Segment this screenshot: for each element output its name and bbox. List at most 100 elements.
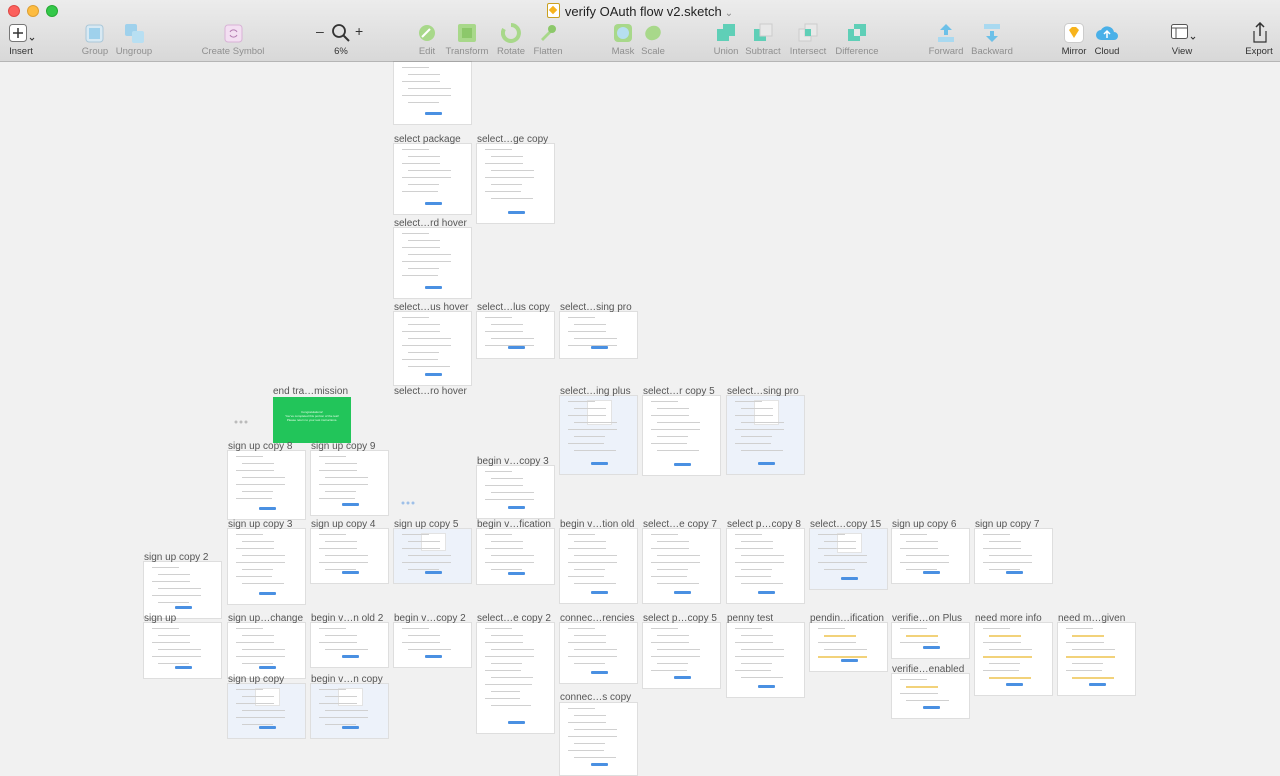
- text-line: [485, 331, 523, 332]
- backward-button[interactable]: Backward: [969, 22, 1015, 60]
- difference-button[interactable]: Difference: [833, 22, 881, 60]
- text-line: [651, 534, 678, 535]
- artboard-sign-up-copy-3[interactable]: [228, 529, 305, 604]
- artboard-need-m-given[interactable]: [1058, 623, 1135, 695]
- artboard-pendin-ification[interactable]: [810, 623, 887, 671]
- mask-button[interactable]: Mask: [608, 22, 638, 60]
- mirror-icon: [1064, 23, 1084, 43]
- design-canvas[interactable]: Congratulations! You've completed this p…: [0, 62, 1280, 776]
- artboard-label-select-ro-hover[interactable]: select…ro hover: [394, 386, 467, 397]
- group-button[interactable]: Group: [80, 22, 110, 60]
- text-line: [408, 268, 439, 269]
- insert-button[interactable]: Insert: [4, 22, 38, 60]
- text-line: [741, 541, 774, 542]
- artboard-sign-up[interactable]: [144, 623, 221, 678]
- artboard-sign-up-copy-8[interactable]: [228, 451, 305, 519]
- artboard-select-sing-pro[interactable]: [560, 312, 637, 358]
- artboard-verifie-on-plus[interactable]: [892, 623, 969, 658]
- end-transmission-artboard[interactable]: Congratulations! You've completed this p…: [273, 397, 351, 443]
- text-line: [906, 555, 950, 556]
- create-symbol-button[interactable]: Create Symbol: [198, 22, 268, 60]
- text-line: [325, 555, 369, 556]
- text-line: [236, 628, 263, 629]
- text-line: [735, 415, 773, 416]
- artboard-select-p-copy-5[interactable]: [643, 623, 720, 688]
- cloud-button[interactable]: Cloud: [1092, 22, 1122, 60]
- symbol-icon: [224, 24, 243, 43]
- text-line: [568, 562, 617, 563]
- text-line: [325, 569, 356, 570]
- view-button[interactable]: View: [1166, 22, 1198, 60]
- artboard-sign-up-copy-6[interactable]: [892, 529, 969, 583]
- text-line: [402, 233, 429, 234]
- forward-button[interactable]: Forward: [926, 22, 966, 60]
- text-line: [657, 649, 701, 650]
- text-line: [485, 698, 520, 699]
- text-line: [741, 450, 783, 451]
- sketch-document-icon: [546, 3, 560, 18]
- transform-button[interactable]: Transform: [444, 22, 490, 60]
- artboard-sign-up-copy[interactable]: [228, 684, 305, 738]
- document-title[interactable]: verify OAuth flow v2.sketch ⌄: [0, 3, 1280, 19]
- artboard-penny-test[interactable]: [727, 623, 804, 697]
- artboard-select-p-copy-8[interactable]: [727, 529, 804, 603]
- text-line: [408, 569, 439, 570]
- text-line: [983, 670, 1020, 671]
- text-line: [657, 436, 688, 437]
- primary-button: [922, 646, 940, 649]
- subtract-button[interactable]: Subtract: [743, 22, 783, 60]
- text-line: [242, 491, 273, 492]
- artboard-sign-up-copy-5[interactable]: [394, 529, 471, 583]
- artboard-select-r-copy-5[interactable]: [643, 396, 720, 475]
- artboard-begin-v-copy-3[interactable]: [477, 466, 554, 518]
- artboard-begin-v-tion-old[interactable]: [560, 529, 637, 603]
- artboard-begin-v-fication[interactable]: [477, 529, 554, 584]
- text-line: [906, 700, 950, 701]
- artboard-need-more-info[interactable]: [975, 623, 1052, 695]
- text-line: [568, 534, 595, 535]
- zoom-out-button[interactable]: –: [316, 23, 324, 39]
- artboard-select-us-hover[interactable]: [394, 228, 471, 298]
- forward-label: Forward: [928, 46, 964, 57]
- text-line: [408, 649, 452, 650]
- artboard-begin-v-copy-2[interactable]: [394, 623, 471, 667]
- intersect-button[interactable]: Intersect: [787, 22, 829, 60]
- zoom-in-button[interactable]: +: [355, 23, 363, 39]
- artboard-sign-up-copy-2[interactable]: [144, 562, 221, 618]
- artboard-sign-up-copy-9[interactable]: [311, 451, 388, 515]
- union-button[interactable]: Union: [710, 22, 742, 60]
- edit-button[interactable]: Edit: [412, 22, 442, 60]
- artboard-select-rd-hover[interactable]: [394, 144, 471, 214]
- artboard-connec-s-copy[interactable]: [560, 703, 637, 775]
- artboard-select-ro-hover[interactable]: [394, 312, 471, 385]
- artboard-label-connec-s-copy[interactable]: connec…s copy: [560, 692, 631, 703]
- text-line: [900, 534, 927, 535]
- artboard-select-e-copy-2[interactable]: [477, 623, 554, 733]
- artboard-select-e-copy-7[interactable]: [643, 529, 720, 603]
- artboard-select-copy-15[interactable]: [810, 529, 887, 589]
- text-line: [574, 541, 607, 542]
- artboard-select-ge-copy[interactable]: [477, 144, 554, 223]
- artboard-sign-up-change[interactable]: [228, 623, 305, 678]
- artboard-select-ing-plus[interactable]: [560, 396, 637, 474]
- artboard-label-end-tra-mission[interactable]: end tra…mission: [273, 386, 348, 397]
- ungroup-button[interactable]: Ungroup: [114, 22, 154, 60]
- artboard-begin-v-n-copy[interactable]: [311, 684, 388, 738]
- export-button[interactable]: Export: [1243, 22, 1275, 60]
- text-line: [989, 649, 1033, 650]
- artboard-begin-v-n-old-2[interactable]: [311, 623, 388, 667]
- primary-button: [507, 506, 525, 509]
- text-line: [735, 628, 762, 629]
- artboard-connec-rencies[interactable]: [560, 623, 637, 683]
- rotate-button[interactable]: Rotate: [495, 22, 527, 60]
- artboard-select-sing-pro[interactable]: [727, 396, 804, 474]
- text-line: [741, 635, 774, 636]
- artboard-sign-up-copy-7[interactable]: [975, 529, 1052, 583]
- artboard-select-package[interactable]: [394, 62, 471, 124]
- artboard-verifie-enabled[interactable]: [892, 674, 969, 718]
- artboard-sign-up-copy-4[interactable]: [311, 529, 388, 583]
- scale-button[interactable]: Scale: [639, 22, 667, 60]
- mirror-button[interactable]: Mirror: [1058, 22, 1090, 60]
- flatten-button[interactable]: Flatten: [531, 22, 565, 60]
- artboard-select-lus-copy[interactable]: [477, 312, 554, 358]
